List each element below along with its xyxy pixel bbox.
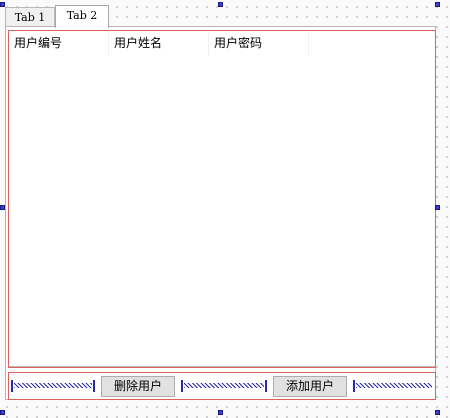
tab-1[interactable]: Tab 1 xyxy=(5,7,55,27)
column-header-user-name[interactable]: 用户姓名 xyxy=(109,31,209,56)
column-header-user-password[interactable]: 用户密码 xyxy=(209,31,309,56)
add-user-button[interactable]: 添加用户 xyxy=(273,376,347,397)
column-header-user-id[interactable]: 用户编号 xyxy=(9,31,109,56)
table-bottom-border xyxy=(9,366,435,367)
resize-handle-bottom-left[interactable] xyxy=(0,410,5,415)
table-header: 用户编号 用户姓名 用户密码 xyxy=(9,31,435,56)
horizontal-spacer-left xyxy=(11,377,95,395)
resize-handle-top-right[interactable] xyxy=(435,2,440,7)
delete-user-button[interactable]: 删除用户 xyxy=(101,376,175,397)
resize-handle-top-left[interactable] xyxy=(0,2,5,7)
horizontal-spacer-middle xyxy=(181,377,267,395)
tab-bar: Tab 1 Tab 2 xyxy=(5,5,435,28)
resize-handle-bottom[interactable] xyxy=(218,410,223,415)
tab-2[interactable]: Tab 2 xyxy=(55,5,109,28)
resize-handle-bottom-right[interactable] xyxy=(435,410,440,415)
horizontal-spacer-right xyxy=(353,377,435,395)
user-table[interactable]: 用户编号 用户姓名 用户密码 xyxy=(8,30,436,368)
resize-handle-right[interactable] xyxy=(435,205,440,210)
button-row-layout: 删除用户 添加用户 xyxy=(8,372,436,400)
resize-handle-left[interactable] xyxy=(0,205,5,210)
resize-handle-top[interactable] xyxy=(218,2,223,7)
